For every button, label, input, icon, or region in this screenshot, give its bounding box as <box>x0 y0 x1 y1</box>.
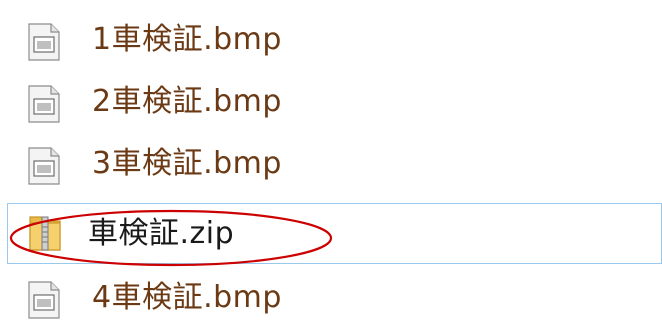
file-name: 1車検証.bmp <box>92 22 282 57</box>
file-name: 2車検証.bmp <box>92 84 282 119</box>
bitmap-image-file-icon <box>28 281 60 319</box>
file-item-4-bmp[interactable]: 4車検証.bmp <box>12 270 662 326</box>
file-item-2-bmp[interactable]: 2車検証.bmp <box>12 74 662 130</box>
file-list: 1車検証.bmp 2車検証.bmp 3車検証.bmp 車検証.zip 4車検証.… <box>0 0 662 319</box>
file-item-3-bmp[interactable]: 3車検証.bmp <box>12 136 662 192</box>
file-name: 3車検証.bmp <box>92 146 282 181</box>
zip-folder-icon <box>29 216 61 251</box>
bitmap-image-file-icon <box>28 85 60 123</box>
file-name: 4車検証.bmp <box>92 280 282 315</box>
file-item-zip-selected[interactable]: 車検証.zip <box>7 203 662 264</box>
bitmap-image-file-icon <box>28 147 60 185</box>
bitmap-image-file-icon <box>28 23 60 61</box>
file-name: 車検証.zip <box>88 216 235 251</box>
file-item-1-bmp[interactable]: 1車検証.bmp <box>12 12 662 68</box>
